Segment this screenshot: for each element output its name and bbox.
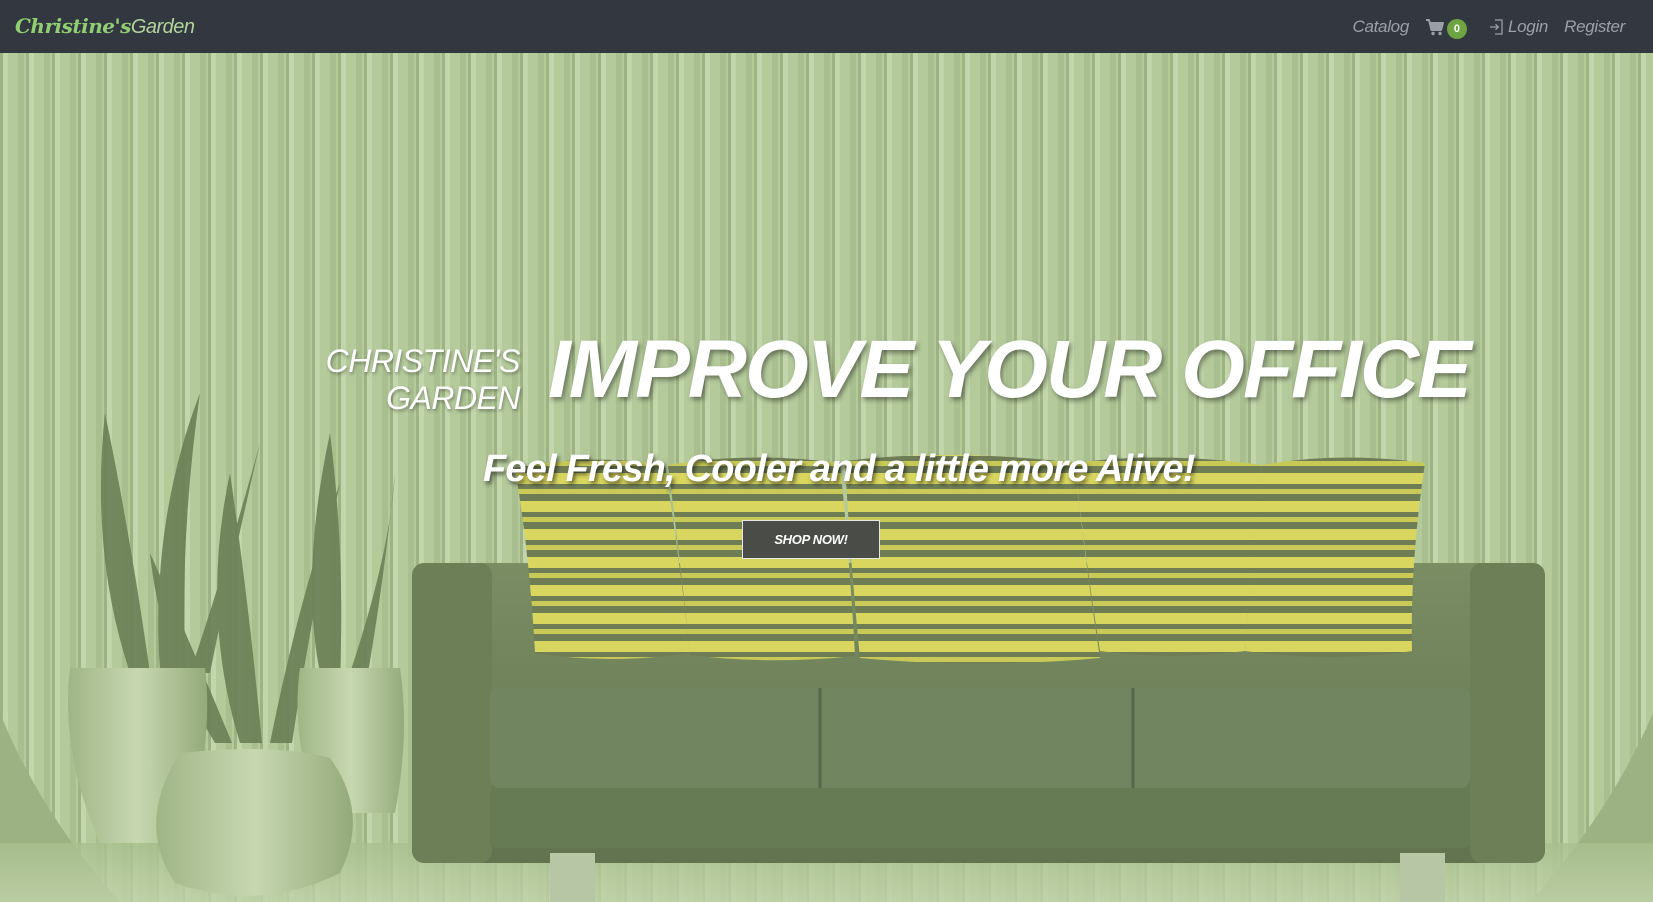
nav-links: Catalog 0 Login Register	[1344, 15, 1633, 39]
brand-script-text: Christine's	[15, 14, 131, 38]
nav-login-link[interactable]: Login	[1475, 17, 1556, 37]
shop-now-button[interactable]: SHOP NOW!	[742, 520, 880, 559]
cart-button[interactable]: 0	[1417, 15, 1475, 39]
brand-logo[interactable]: Christine's Garden	[15, 14, 195, 39]
hero-subline: Feel Fresh, Cooler and a little more Ali…	[483, 448, 1196, 490]
brand-rest-text: Garden	[130, 16, 195, 38]
shopping-cart-icon	[1425, 18, 1444, 35]
nav-register-link[interactable]: Register	[1556, 17, 1633, 37]
hero-brand-line2: GARDEN	[386, 380, 520, 416]
nav-catalog-link[interactable]: Catalog	[1344, 17, 1417, 37]
hero-brand-line1: CHRISTINE'S	[325, 343, 521, 379]
login-label: Login	[1507, 16, 1549, 36]
cart-count-badge: 0	[1446, 18, 1467, 39]
hero-brand-block: CHRISTINE'S GARDEN	[300, 343, 521, 417]
hero-content: CHRISTINE'S GARDEN IMPROVE YOUR OFFICE F…	[0, 53, 1653, 902]
top-navbar: Christine's Garden Catalog 0 Login Regis…	[0, 0, 1653, 53]
hero-banner: CHRISTINE'S GARDEN IMPROVE YOUR OFFICE F…	[0, 53, 1653, 902]
login-icon	[1489, 18, 1503, 35]
hero-headline: IMPROVE YOUR OFFICE	[548, 324, 1472, 415]
